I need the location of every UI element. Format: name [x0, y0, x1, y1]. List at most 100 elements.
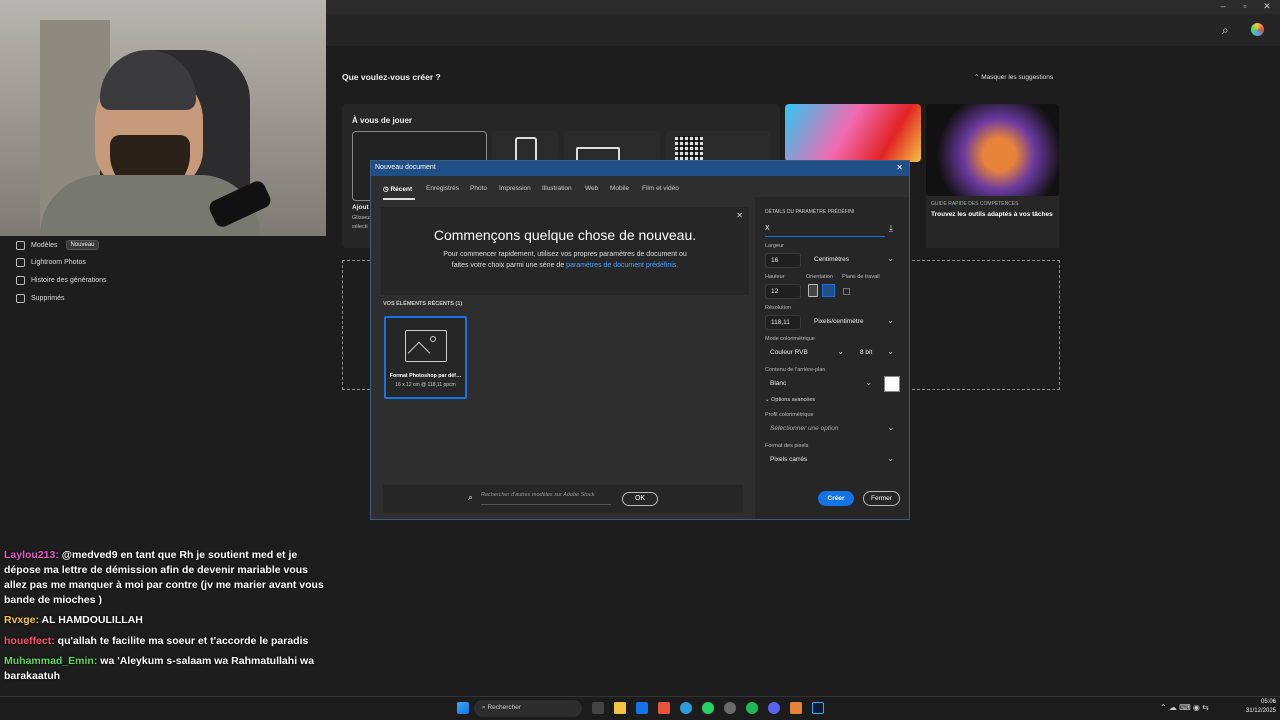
- spotify-icon[interactable]: [746, 702, 758, 714]
- task-view-icon[interactable]: [592, 702, 604, 714]
- recent-header: VOS ÉLÉMENTS RÉCENTS (1): [383, 301, 463, 307]
- preset-name-input[interactable]: X: [765, 222, 885, 237]
- width-unit-select[interactable]: Centimètres: [809, 253, 899, 268]
- preset-details-panel: DÉTAILS DU PARAMÈTRE PRÉDÉFINI X ⤓ Large…: [755, 197, 909, 519]
- webcam-overlay: [0, 0, 326, 236]
- landscape-icon[interactable]: [822, 284, 835, 297]
- app-top-bar: ⌕: [326, 14, 1280, 46]
- portrait-icon[interactable]: [808, 284, 818, 297]
- ok-button[interactable]: OK: [622, 492, 658, 506]
- promo-image-people[interactable]: [785, 104, 921, 162]
- stock-search-input[interactable]: Rechercher d'autres modèles sur Adobe St…: [481, 492, 611, 505]
- active-tab-indicator: [383, 198, 415, 200]
- advanced-options-toggle[interactable]: ⌄ Options avancées: [765, 397, 815, 403]
- qr-preset-card[interactable]: [665, 131, 771, 161]
- avatar[interactable]: [1251, 23, 1264, 36]
- photos-icon: [16, 258, 25, 267]
- guide-label: GUIDE RAPIDE DES COMPÉTENCES: [931, 201, 1019, 207]
- recent-item[interactable]: Format Photoshop par déf… 16 x 12 cm @ 1…: [384, 316, 467, 399]
- intro-text: Pour commencer rapidement, utilisez vos …: [443, 251, 687, 258]
- tab-illustration[interactable]: Illustration: [542, 185, 572, 192]
- clock-date[interactable]: 31/12/2025: [1232, 708, 1276, 714]
- tab-photo[interactable]: Photo: [470, 185, 487, 192]
- templates-icon: [16, 240, 25, 250]
- bit-depth-select[interactable]: 8 bit: [855, 346, 899, 361]
- sidebar-item-lightroom[interactable]: Lightroom Photos: [16, 258, 86, 267]
- tab-web[interactable]: Web: [585, 185, 598, 192]
- play-label: À vous de jouer: [352, 116, 413, 125]
- brave-icon[interactable]: [658, 702, 670, 714]
- intro-text-2: faites votre choix parmi une série de pa…: [451, 262, 679, 269]
- system-tray-icons[interactable]: ⌃ ☁ ⌨ ◉ ⇆: [1160, 703, 1209, 712]
- close-window-icon[interactable]: ✕: [1257, 1, 1277, 12]
- promo-image-tiger[interactable]: [926, 104, 1059, 196]
- orientation-label: Orientation: [806, 274, 833, 280]
- height-label: Hauteur: [765, 274, 785, 280]
- guide-title: Trouvez les outils adaptés à vos tâches: [931, 211, 1053, 218]
- intro-close-icon[interactable]: ✕: [736, 211, 743, 220]
- vlc-icon[interactable]: [790, 702, 802, 714]
- windows-start-icon[interactable]: [457, 702, 469, 714]
- search-icon[interactable]: ⌕: [1222, 23, 1229, 38]
- recent-item-name: Format Photoshop par déf…: [389, 373, 462, 379]
- discord-icon[interactable]: [768, 702, 780, 714]
- close-button[interactable]: Fermer: [863, 491, 900, 506]
- tab-recent[interactable]: ◷ Récent: [383, 185, 412, 193]
- background-select[interactable]: Blanc: [765, 377, 877, 392]
- file-explorer-icon[interactable]: [614, 702, 626, 714]
- new-badge: Nouveau: [66, 240, 99, 250]
- taskbar-search[interactable]: ⌕ Rechercher: [474, 700, 582, 717]
- color-mode-label: Mode colorimétrique: [765, 336, 815, 342]
- qr-code-icon: [675, 136, 703, 160]
- upload-card-text: Glissez: [352, 215, 371, 221]
- mobile-preset-card[interactable]: [492, 131, 558, 163]
- chat-message: Laylou213: @medved9 en tant que Rh je so…: [4, 548, 324, 608]
- intro-panel: ✕ Commençons quelque chose de nouveau. P…: [381, 207, 749, 295]
- resolution-field[interactable]: 118,11: [765, 315, 801, 330]
- preset-header: DÉTAILS DU PARAMÈTRE PRÉDÉFINI: [765, 209, 855, 215]
- resolution-unit-select[interactable]: Pixels/centimètre: [809, 315, 899, 330]
- sidebar-item-deleted[interactable]: Supprimés: [16, 294, 64, 303]
- sidebar-item-history[interactable]: Histoire des générations: [16, 276, 107, 285]
- page-title: Que voulez-vous créer ?: [342, 72, 441, 82]
- stock-search-bar: ⌕ Rechercher d'autres modèles sur Adobe …: [383, 485, 743, 513]
- new-document-dialog: Nouveau document ✕ ◷ Récent Enregistrés …: [370, 160, 910, 520]
- hide-suggestions-button[interactable]: ⌃ Masquer les suggestions: [974, 73, 1053, 81]
- width-label: Largeur: [765, 243, 784, 249]
- image-icon: [405, 330, 447, 365]
- width-field[interactable]: 16: [765, 253, 801, 268]
- maximize-icon[interactable]: ▫: [1235, 1, 1255, 11]
- taskbar: ⌕ Rechercher ⌃ ☁ ⌨ ◉ ⇆ 05:06 31/12/2025: [0, 696, 1280, 720]
- search-icon: ⌕: [468, 492, 474, 502]
- sidebar-item-models[interactable]: Modèles Nouveau: [16, 240, 99, 250]
- edge-icon[interactable]: [636, 702, 648, 714]
- dialog-title: Nouveau document: [375, 164, 436, 171]
- create-button[interactable]: Créer: [818, 491, 854, 506]
- height-field[interactable]: 12: [765, 284, 801, 299]
- upload-card-text-2: sélecti: [352, 224, 368, 230]
- tab-mobile[interactable]: Mobile: [610, 185, 629, 192]
- minimize-icon[interactable]: –: [1213, 1, 1233, 11]
- color-mode-select[interactable]: Couleur RVB: [765, 346, 849, 361]
- tab-film-video[interactable]: Film et vidéo: [642, 185, 679, 192]
- whatsapp-icon[interactable]: [702, 702, 714, 714]
- tab-saved[interactable]: Enregistrés: [426, 185, 459, 192]
- pixel-format-label: Format des pixels: [765, 443, 809, 449]
- presets-link[interactable]: paramètres de document prédéfinis.: [566, 262, 678, 269]
- chevron-up-icon: ⌃: [974, 74, 980, 81]
- background-color-swatch[interactable]: [884, 376, 900, 392]
- profile-select[interactable]: Sélectionner une option: [765, 422, 899, 437]
- artboards-checkbox[interactable]: [843, 288, 850, 295]
- tab-print[interactable]: Impression: [499, 185, 531, 192]
- background-label: Contenu de l'arrière-plan: [765, 367, 826, 373]
- steam-icon[interactable]: [724, 702, 736, 714]
- trash-icon: [16, 294, 25, 303]
- dialog-close-icon[interactable]: ✕: [896, 163, 903, 172]
- print-preset-card[interactable]: [564, 131, 660, 163]
- pixel-format-select[interactable]: Pixels carrés: [765, 453, 899, 468]
- artboards-label: Plans de travail: [842, 274, 880, 280]
- clock-time[interactable]: 05:06: [1236, 699, 1276, 705]
- telegram-icon[interactable]: [680, 702, 692, 714]
- save-preset-icon[interactable]: ⤓: [889, 223, 893, 234]
- photoshop-icon[interactable]: [812, 702, 824, 714]
